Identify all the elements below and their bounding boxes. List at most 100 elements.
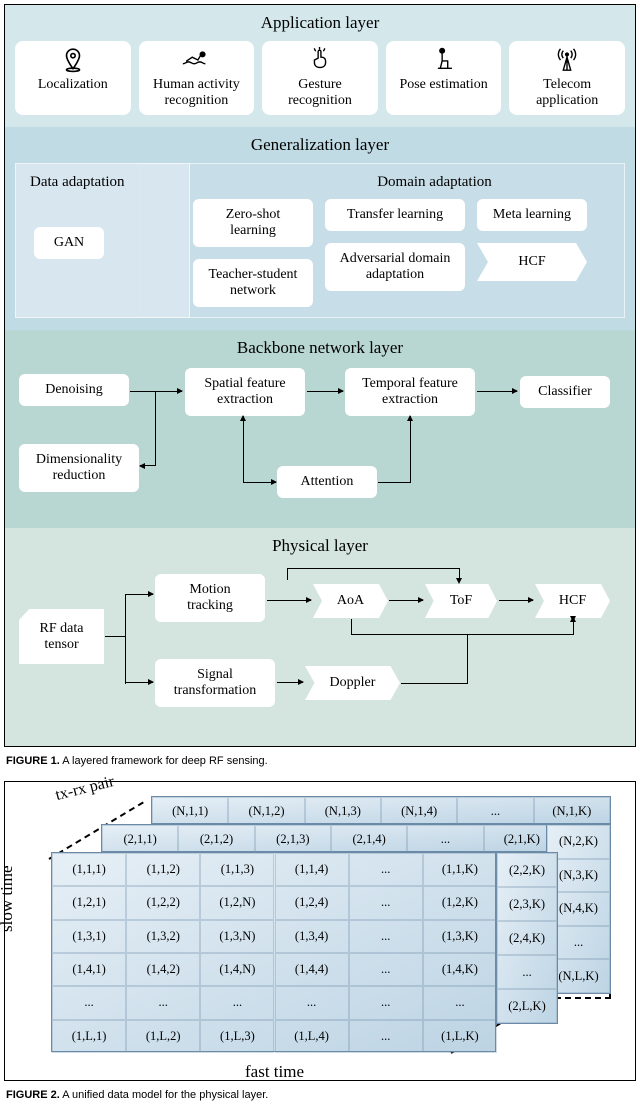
- app-label: Human activity recognition: [143, 77, 251, 109]
- tensor-cell: (1,3,N): [200, 920, 274, 953]
- transfer-learning-box: Transfer learning: [325, 199, 465, 231]
- tensor-cell: (2,L,K): [497, 989, 557, 1023]
- doppler-hex: Doppler: [305, 666, 400, 700]
- app-label: Localization: [38, 77, 108, 93]
- tensor-cell: (1,3,1): [52, 920, 126, 953]
- tensor-cell: (1,2,4): [275, 886, 349, 919]
- tensor-cell: (2,1,1): [102, 825, 178, 853]
- slow-time-label: slow time: [0, 865, 17, 932]
- antenna-icon: [552, 47, 582, 73]
- tensor-cell: (2,1,4): [331, 825, 407, 853]
- spatial-box: Spatial feature extraction: [185, 368, 305, 416]
- tensor-cell: (1,2,K): [423, 886, 497, 919]
- backbone-layer: Backbone network layer Denoising Dimensi…: [5, 330, 635, 528]
- data-adaptation-group: Data adaptation GAN: [15, 163, 190, 318]
- backbone-title: Backbone network layer: [15, 338, 625, 358]
- app-label: Gesture recognition: [266, 77, 374, 109]
- tensor-cell: ...: [275, 986, 349, 1019]
- hcf-phys-hex: HCF: [535, 584, 610, 618]
- tensor-cell: (N,1,K): [534, 797, 610, 825]
- physical-flow: RF data tensor Motion tracking Signal tr…: [15, 564, 625, 734]
- tensor-cell: ...: [349, 953, 423, 986]
- tensor-cell: (1,1,1): [52, 853, 126, 886]
- tensor-cell: (1,4,N): [200, 953, 274, 986]
- tensor-cell: (1,L,4): [275, 1020, 349, 1053]
- figure-1-caption: FIGURE 1. A layered framework for deep R…: [0, 751, 640, 777]
- tensor-cell: (1,L,3): [200, 1020, 274, 1053]
- tensor-cell: ...: [349, 886, 423, 919]
- signal-transform-box: Signal transformation: [155, 659, 275, 707]
- classifier-box: Classifier: [520, 376, 610, 408]
- tensor-diagram: tx-rx pair slow time (N,1,1)(N,1,2)(N,1,…: [5, 782, 635, 1080]
- tensor-cell: (1,1,2): [126, 853, 200, 886]
- app-row: Localization Human activity recognition …: [15, 41, 625, 115]
- generalization-layer: Generalization layer Data adaptation GAN…: [5, 127, 635, 330]
- tensor-cell: (1,3,2): [126, 920, 200, 953]
- tensor-cell: (N,1,4): [381, 797, 457, 825]
- figure-2: tx-rx pair slow time (N,1,1)(N,1,2)(N,1,…: [4, 781, 636, 1081]
- aoa-hex: AoA: [313, 584, 388, 618]
- sit-icon: [429, 47, 459, 73]
- domain-adapt-title: Domain adaptation: [193, 174, 616, 191]
- tensor-cell: (2,1,3): [255, 825, 331, 853]
- dimred-box: Dimensionality reduction: [19, 444, 139, 492]
- figure-1: Application layer Localization Human act…: [4, 4, 636, 747]
- tensor-cell: (1,L,K): [423, 1020, 497, 1053]
- tensor-cell: (2,1,2): [178, 825, 254, 853]
- app-har: Human activity recognition: [139, 41, 255, 115]
- adversarial-box: Adversarial domain adaptation: [325, 243, 465, 291]
- top-mid-face: (2,1,1)(2,1,2)(2,1,3)(2,1,4)...(2,1,K): [101, 824, 561, 852]
- hcf-hex: HCF: [477, 243, 587, 281]
- tensor-cell: (2,4,K): [497, 921, 557, 955]
- temporal-box: Temporal feature extraction: [345, 368, 475, 416]
- tensor-cell: (N,1,3): [305, 797, 381, 825]
- denoising-box: Denoising: [19, 374, 129, 406]
- tensor-cell: ...: [497, 955, 557, 989]
- tensor-cell: (1,3,K): [423, 920, 497, 953]
- teacher-student-box: Teacher-student network: [193, 259, 313, 307]
- tensor-cell: (1,L,1): [52, 1020, 126, 1053]
- tensor-cell: ...: [423, 986, 497, 1019]
- gen-layer-title: Generalization layer: [15, 135, 625, 155]
- side-mid-face: (2,2,K)(2,3,K)(2,4,K)...(2,L,K): [496, 852, 558, 1024]
- tensor-cell: (N,1,1): [152, 797, 228, 825]
- tensor-cell: (2,3,K): [497, 887, 557, 921]
- top-back-face: (N,1,1)(N,1,2)(N,1,3)(N,1,4)...(N,1,K): [151, 796, 611, 824]
- tensor-cell: (1,4,K): [423, 953, 497, 986]
- app-gesture: Gesture recognition: [262, 41, 378, 115]
- tensor-cell: (1,4,1): [52, 953, 126, 986]
- attention-box: Attention: [277, 466, 377, 498]
- zero-shot-box: Zero-shot learning: [193, 199, 313, 247]
- application-layer: Application layer Localization Human act…: [5, 5, 635, 127]
- tensor-cell: (1,2,1): [52, 886, 126, 919]
- tensor-cell: ...: [349, 920, 423, 953]
- data-adapt-title: Data adaptation: [24, 174, 181, 191]
- app-telecom: Telecom application: [509, 41, 625, 115]
- tensor-cell: (1,4,4): [275, 953, 349, 986]
- tensor-cell: (N,1,2): [228, 797, 304, 825]
- app-label: Telecom application: [513, 77, 621, 109]
- tensor-cell: ...: [407, 825, 483, 853]
- backbone-flow: Denoising Dimensionality reduction Spati…: [15, 366, 625, 516]
- tensor-cell: ...: [457, 797, 533, 825]
- physical-layer: Physical layer RF data tensor Motion tra…: [5, 528, 635, 746]
- fast-time-label: fast time: [245, 1062, 304, 1082]
- tensor-cell: (1,1,K): [423, 853, 497, 886]
- app-label: Pose estimation: [399, 77, 487, 93]
- app-layer-title: Application layer: [15, 13, 625, 33]
- tensor-cell: (1,L,2): [126, 1020, 200, 1053]
- figure-2-caption: FIGURE 2. A unified data model for the p…: [0, 1085, 640, 1111]
- tensor-cell: (1,1,4): [275, 853, 349, 886]
- tensor-cell: ...: [349, 1020, 423, 1053]
- tensor-cell: (1,2,N): [200, 886, 274, 919]
- domain-adaptation-group: Domain adaptation Zero-shot learning Tea…: [140, 163, 625, 318]
- caption-label-2: FIGURE 2.: [6, 1089, 60, 1101]
- tensor-cell: ...: [126, 986, 200, 1019]
- physical-title: Physical layer: [15, 536, 625, 556]
- front-face: (1,1,1)(1,1,2)(1,1,3)(1,1,4)...(1,1,K)(1…: [51, 852, 496, 1052]
- caption-text-2: A unified data model for the physical la…: [60, 1089, 269, 1101]
- tap-icon: [305, 47, 335, 73]
- tensor-cell: ...: [349, 853, 423, 886]
- caption-label: FIGURE 1.: [6, 755, 60, 767]
- motion-tracking-box: Motion tracking: [155, 574, 265, 622]
